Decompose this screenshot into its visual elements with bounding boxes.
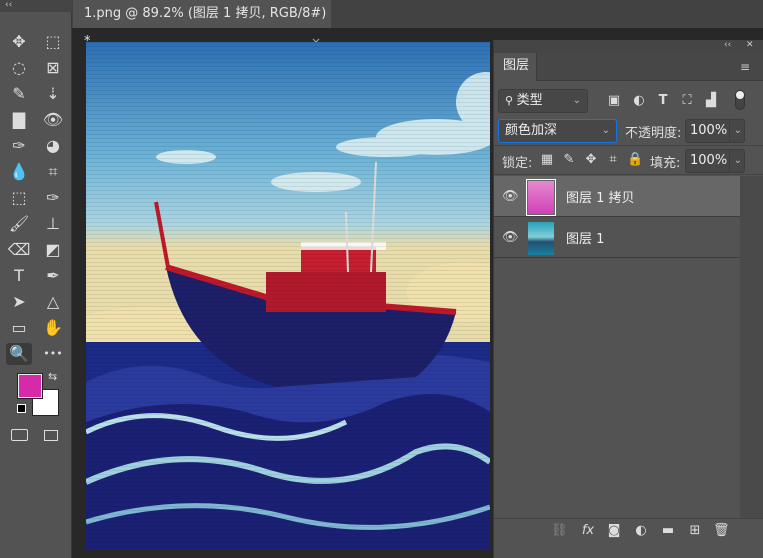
fill-label: 填充: — [650, 156, 681, 171]
canvas-image[interactable] — [86, 42, 490, 550]
layer-thumbnail — [528, 222, 554, 255]
blend-mode-dropdown[interactable]: 颜色加深 ⌄ — [498, 119, 617, 143]
fx-icon[interactable]: fx — [580, 523, 596, 539]
visibility-eye-icon[interactable]: 👁 — [502, 189, 519, 204]
layer-name: 图层 1 拷贝 — [566, 191, 635, 206]
pen-tool-icon[interactable]: ✒ — [40, 265, 66, 287]
collapse-toolbar-button[interactable]: ‹‹ — [0, 0, 72, 12]
tab-layers[interactable]: 图层 — [497, 53, 537, 81]
rectangular-marquee-tool-icon[interactable]: ⬚ — [40, 31, 66, 53]
layers-panel-footer: ⛓ fx ◙ ◐ ▬ ⊞ 🗑 — [494, 518, 763, 542]
lock-all-icon[interactable]: 🔒 — [627, 152, 643, 168]
filter-toggle[interactable] — [735, 90, 745, 110]
opacity-label: 不透明度: — [625, 126, 682, 141]
paint-bucket-tool-icon[interactable]: ◩ — [40, 239, 66, 261]
document-tab[interactable]: 1.png @ 89.2% (图层 1 拷贝, RGB/8#) * × — [73, 0, 331, 49]
add-mask-icon[interactable]: ◙ — [606, 523, 622, 539]
tools-panel: ‹‹ ✥ ⬚ ◌ ⊠ ✎ ⇣ ▇ 👁 ✑ ◕ 💧 ⌗ ⬚ ✑ 🖌 ⊥ ⌫ ◩ T ✒ ➤ △ ▭ ✋ 🔍 ••• ⇆ — [0, 0, 72, 558]
smart-object-filter-icon[interactable]: ▟ — [703, 93, 719, 109]
new-layer-icon[interactable]: ⊞ — [687, 523, 703, 539]
search-icon: ⚲ — [505, 94, 517, 107]
stamp-tool-icon[interactable]: ⊥ — [40, 213, 66, 235]
perspective-crop-tool-icon[interactable]: ⇣ — [40, 83, 66, 105]
path-selection-tool-icon[interactable]: ➤ — [6, 291, 32, 313]
layer-row[interactable]: 👁 图层 1 — [494, 217, 740, 258]
red-eye-tool-icon[interactable]: 👁 — [40, 109, 66, 131]
fill-value: 100% — [690, 153, 728, 168]
layers-scrollbar[interactable] — [740, 176, 763, 518]
panel-header-strip: ‹‹ ✕ — [494, 40, 763, 53]
layer-thumbnail — [526, 179, 556, 216]
lock-label: 锁定: — [502, 156, 533, 171]
divider — [494, 174, 763, 175]
layer-name: 图层 1 — [566, 232, 605, 247]
pixel-filter-icon[interactable]: ▣ — [606, 93, 622, 109]
shape-filter-icon[interactable]: ⛶ — [679, 93, 695, 109]
default-colors-icon[interactable] — [17, 404, 26, 413]
lock-pixels-icon[interactable]: ✎ — [561, 152, 577, 168]
lasso-tool-icon[interactable]: ◌ — [6, 57, 32, 79]
healing-tool-icon[interactable]: ◕ — [40, 135, 66, 157]
swap-colors-icon[interactable]: ⇆ — [48, 370, 57, 383]
crop-tool-icon[interactable]: ⌗ — [40, 161, 66, 183]
zoom-tool-icon[interactable]: 🔍 — [6, 343, 32, 365]
delete-layer-icon[interactable]: 🗑 — [713, 523, 730, 539]
opacity-value: 100% — [690, 123, 728, 138]
panel-tab-bar — [537, 53, 763, 80]
lock-artboard-icon[interactable]: ⌗ — [605, 152, 621, 168]
eyedropper-tool-icon[interactable]: ✑ — [6, 135, 32, 157]
chevron-down-icon: ⌄ — [572, 95, 581, 106]
blend-mode-value: 颜色加深 — [505, 123, 558, 138]
new-group-icon[interactable]: ▬ — [660, 523, 676, 539]
link-layers-icon[interactable]: ⛓ — [551, 523, 568, 539]
visibility-eye-icon[interactable]: 👁 — [502, 230, 519, 245]
adjustment-filter-icon[interactable]: ◐ — [631, 93, 647, 109]
close-panel-button[interactable]: ✕ — [746, 40, 754, 50]
screen-mode-icon[interactable] — [44, 430, 58, 441]
quick-selection-tool-icon[interactable]: ✎ — [6, 83, 32, 105]
opacity-input[interactable]: 100% ⌄ — [685, 119, 745, 143]
color-sampler-tool-icon[interactable]: ✑ — [40, 187, 66, 209]
chevron-down-icon[interactable]: ⌄ — [728, 150, 742, 172]
lock-transparency-icon[interactable]: ▦ — [539, 152, 555, 168]
eraser-tool-icon[interactable]: ⌫ — [6, 239, 32, 261]
chevron-down-icon[interactable]: ⌄ — [728, 120, 742, 142]
layer-row[interactable]: 👁 图层 1 拷贝 — [494, 176, 740, 217]
chevron-down-icon: ⌄ — [601, 125, 610, 136]
rectangle-tool-icon[interactable]: ▭ — [6, 317, 32, 339]
gradient-tool-icon[interactable]: ▇ — [6, 109, 32, 131]
collapse-panel-button[interactable]: ‹‹ — [724, 40, 731, 50]
layers-list: 👁 图层 1 拷贝 👁 图层 1 — [494, 176, 740, 518]
divider — [537, 80, 763, 81]
fill-input[interactable]: 100% ⌄ — [685, 149, 745, 173]
frame-tool-icon[interactable]: ⊠ — [40, 57, 66, 79]
type-filter-icon[interactable]: T — [655, 93, 671, 109]
triangle-tool-icon[interactable]: △ — [40, 291, 66, 313]
quick-mask-icon[interactable] — [11, 429, 28, 441]
foreground-color-swatch[interactable] — [17, 373, 43, 399]
more-tools-icon[interactable]: ••• — [40, 343, 66, 365]
move-tool-icon[interactable]: ✥ — [6, 31, 32, 53]
hand-tool-icon[interactable]: ✋ — [40, 317, 66, 339]
blur-tool-icon[interactable]: 💧 — [6, 161, 32, 183]
divider — [494, 145, 763, 146]
type-tool-icon[interactable]: T — [6, 265, 32, 287]
panel-menu-icon[interactable]: ≡ — [740, 60, 750, 74]
filter-type-dropdown[interactable]: ⚲ 类型 ⌄ — [498, 89, 588, 113]
lock-position-icon[interactable]: ✥ — [583, 152, 599, 168]
brush-tool-icon[interactable]: 🖌 — [6, 213, 32, 235]
object-selection-tool-icon[interactable]: ⬚ — [6, 187, 32, 209]
filter-type-label: 类型 — [516, 93, 543, 108]
adjustment-layer-icon[interactable]: ◐ — [633, 523, 649, 539]
layers-panel: ‹‹ ✕ 图层 ≡ ⚲ 类型 ⌄ ▣ ◐ T ⛶ ▟ 颜色加深 ⌄ 不透明度: 10… — [493, 40, 763, 558]
